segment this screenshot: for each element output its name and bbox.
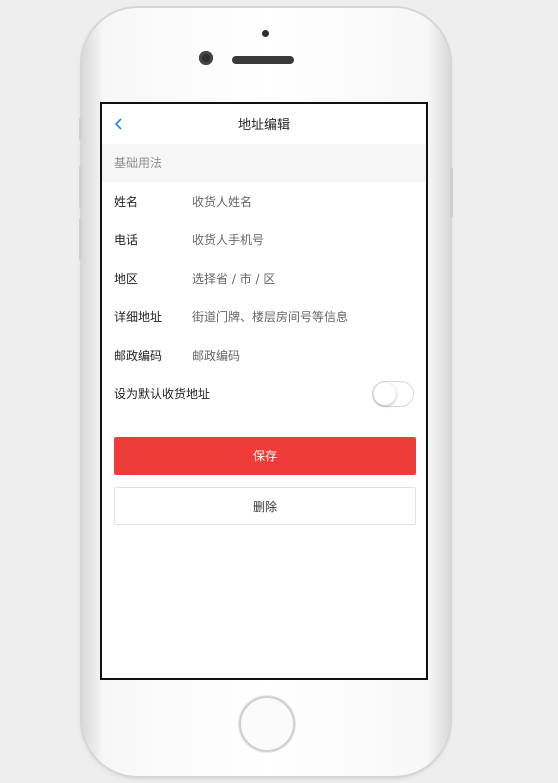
form-row-phone[interactable]: 电话 收货人手机号	[102, 221, 426, 260]
volume-down-button	[79, 218, 82, 260]
postal-code-input[interactable]: 邮政编码	[192, 347, 414, 364]
proximity-sensor	[262, 30, 269, 37]
name-label: 姓名	[114, 194, 139, 209]
app-screen: 地址编辑 基础用法 姓名 收货人姓名 电话 收货人手机号 地区 选择省 / 市 …	[100, 102, 428, 680]
default-address-toggle[interactable]	[372, 380, 414, 407]
address-label: 详细地址	[114, 310, 163, 325]
address-input[interactable]: 街道门牌、楼层房间号等信息	[192, 308, 414, 325]
form-row-address[interactable]: 详细地址 街道门牌、楼层房间号等信息	[102, 298, 426, 337]
form-row-default: 设为默认收货地址	[102, 375, 426, 414]
earpiece-speaker	[232, 56, 294, 64]
page-title: 地址编辑	[237, 118, 290, 133]
name-input[interactable]: 收货人姓名	[192, 193, 414, 210]
volume-up-button	[79, 166, 82, 208]
section-header: 基础用法	[102, 144, 426, 182]
default-address-label: 设为默认收货地址	[114, 387, 211, 402]
mute-switch	[79, 118, 82, 140]
region-picker[interactable]: 选择省 / 市 / 区	[192, 270, 414, 287]
front-camera	[199, 51, 213, 65]
phone-label: 电话	[114, 233, 139, 248]
delete-button[interactable]: 删除	[114, 487, 416, 525]
power-button	[450, 168, 453, 218]
postal-code-label: 邮政编码	[114, 348, 163, 363]
save-button[interactable]: 保存	[114, 437, 416, 475]
form-row-region[interactable]: 地区 选择省 / 市 / 区	[102, 259, 426, 298]
toggle-knob	[374, 382, 396, 405]
form-row-postal[interactable]: 邮政编码 邮政编码	[102, 336, 426, 375]
form-row-name[interactable]: 姓名 收货人姓名	[102, 182, 426, 221]
home-button	[239, 696, 295, 752]
phone-input[interactable]: 收货人手机号	[192, 231, 414, 248]
nav-bar: 地址编辑	[102, 104, 426, 144]
region-label: 地区	[114, 271, 139, 286]
